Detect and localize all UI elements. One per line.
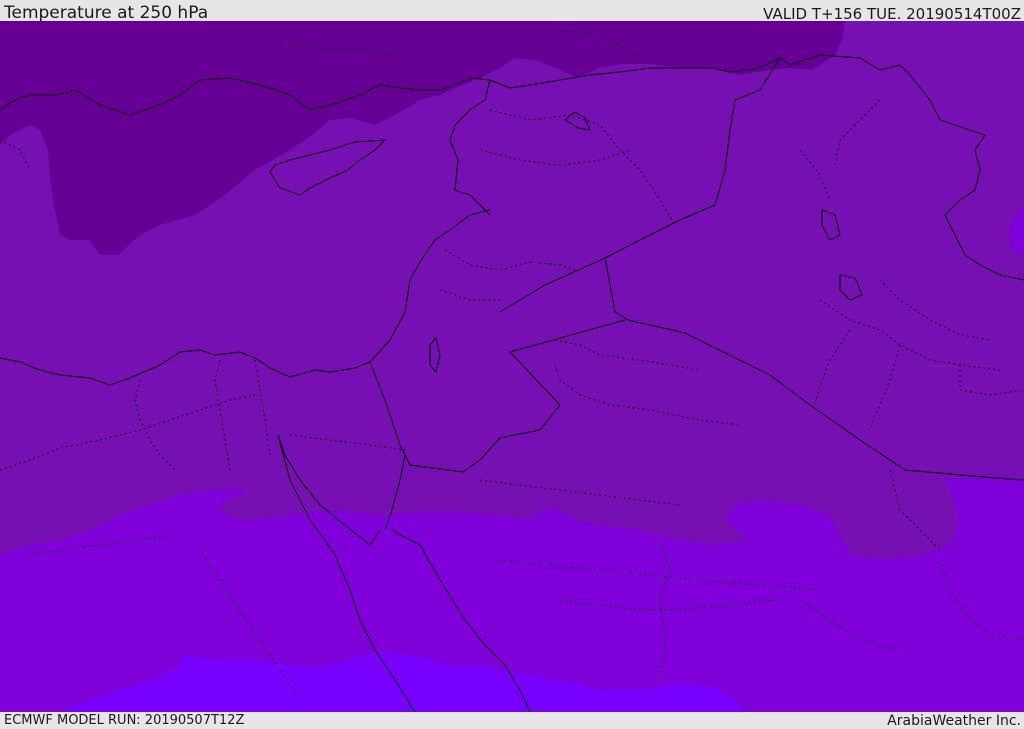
brand-label: ArabiaWeather Inc.: [887, 713, 1021, 729]
map-title: Temperature at 250 hPa: [4, 3, 209, 23]
model-run-label: ECMWF MODEL RUN: 20190507T12Z: [4, 713, 245, 728]
footer-bar: ECMWF MODEL RUN: 20190507T12Z ArabiaWeat…: [0, 712, 1024, 729]
temperature-map[interactable]: [0, 21, 1024, 712]
header-bar: Temperature at 250 hPa VALID T+156 TUE. …: [0, 0, 1024, 23]
